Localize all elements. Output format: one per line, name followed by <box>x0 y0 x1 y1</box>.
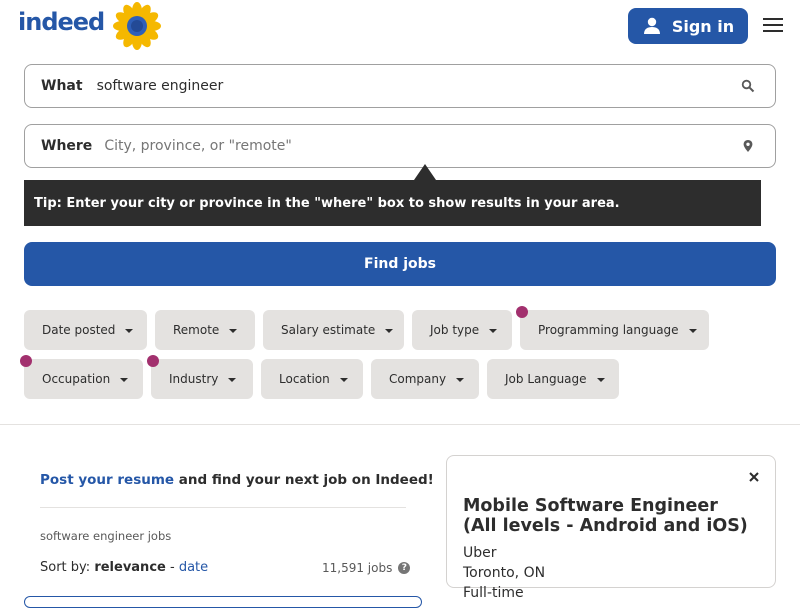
sort-by-label: Sort by: <box>40 560 91 575</box>
sunflower-icon <box>113 2 161 50</box>
filter-active-dot <box>516 306 528 318</box>
filter-occupation[interactable]: Occupation <box>24 359 143 399</box>
caret-down-icon <box>385 329 394 333</box>
sort-control: Sort by: relevance - date <box>40 560 208 575</box>
sort-date-link[interactable]: date <box>179 560 208 575</box>
sort-separator: - <box>165 560 179 575</box>
filter-label: Job Language <box>505 372 587 386</box>
caret-down-icon <box>489 329 498 333</box>
job-count-text: 11,591 jobs <box>322 561 393 575</box>
where-field[interactable]: Where City, province, or "remote" <box>24 124 776 168</box>
filter-label: Remote <box>173 323 220 337</box>
jobs-category-label: software engineer jobs <box>40 529 172 543</box>
filter-label: Salary estimate <box>281 323 376 337</box>
location-tip-tooltip: Tip: Enter your city or province in the … <box>24 180 761 226</box>
search-icon[interactable] <box>741 79 755 93</box>
caret-down-icon <box>456 378 465 382</box>
user-icon <box>643 17 660 34</box>
job-result-card[interactable] <box>24 596 422 608</box>
sign-in-label: Sign in <box>671 16 735 36</box>
help-icon[interactable]: ? <box>398 562 411 574</box>
filter-salary-estimate[interactable]: Salary estimate <box>263 310 404 350</box>
filter-label: Job type <box>430 323 480 337</box>
find-jobs-button[interactable]: Find jobs <box>24 242 776 286</box>
filter-label: Company <box>389 372 447 386</box>
filter-label: Occupation <box>42 372 111 386</box>
close-icon[interactable] <box>746 469 762 485</box>
filter-remote[interactable]: Remote <box>155 310 255 350</box>
company-name[interactable]: Uber <box>463 545 497 561</box>
filter-label: Date posted <box>42 323 116 337</box>
job-count: 11,591 jobs ? <box>322 561 411 575</box>
filter-label: Location <box>279 372 330 386</box>
location-pin-icon <box>743 140 753 152</box>
post-resume-banner: Post your resume and find your next job … <box>40 472 434 488</box>
filter-programming-language[interactable]: Programming language <box>520 310 709 350</box>
post-resume-link[interactable]: Post your resume <box>40 472 174 488</box>
filter-label: Programming language <box>538 323 679 337</box>
what-field[interactable]: What software engineer <box>24 64 776 108</box>
results-divider <box>40 507 406 508</box>
caret-down-icon <box>120 378 129 382</box>
sort-relevance: relevance <box>94 560 166 575</box>
filter-active-dot <box>20 355 32 367</box>
job-type: Full-time <box>463 585 524 601</box>
section-divider <box>0 424 800 425</box>
what-label: What <box>41 78 83 94</box>
sign-in-button[interactable]: Sign in <box>628 8 748 44</box>
hamburger-menu-icon[interactable] <box>762 15 784 35</box>
job-title[interactable]: Mobile Software Engineer (All levels - A… <box>463 496 753 536</box>
filter-location[interactable]: Location <box>261 359 363 399</box>
filter-date-posted[interactable]: Date posted <box>24 310 147 350</box>
job-location: Toronto, ON <box>463 565 546 581</box>
post-resume-text: and find your next job on Indeed! <box>174 472 434 488</box>
indeed-logo[interactable]: indeed <box>18 8 105 36</box>
caret-down-icon <box>688 329 697 333</box>
filter-label: Industry <box>169 372 219 386</box>
tooltip-arrow <box>414 164 436 180</box>
where-label: Where <box>41 138 93 154</box>
caret-down-icon <box>125 329 134 333</box>
caret-down-icon <box>339 378 348 382</box>
what-input[interactable]: software engineer <box>97 78 775 94</box>
filter-company[interactable]: Company <box>371 359 479 399</box>
caret-down-icon <box>596 378 605 382</box>
caret-down-icon <box>229 329 238 333</box>
filter-job-type[interactable]: Job type <box>412 310 512 350</box>
header: indeed Sign in <box>0 0 800 52</box>
filter-industry[interactable]: Industry <box>151 359 253 399</box>
caret-down-icon <box>228 378 237 382</box>
where-input[interactable]: City, province, or "remote" <box>104 138 775 154</box>
filter-active-dot <box>147 355 159 367</box>
filter-job-language[interactable]: Job Language <box>487 359 619 399</box>
